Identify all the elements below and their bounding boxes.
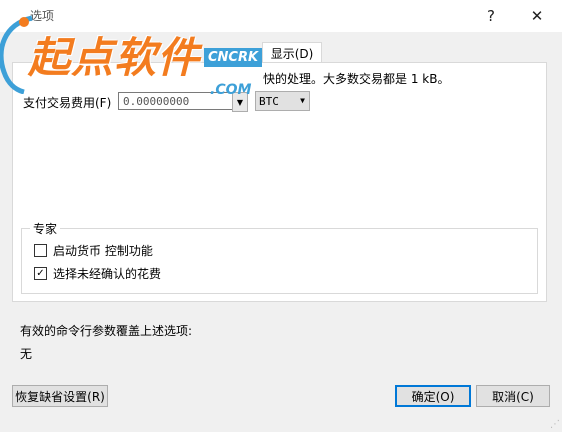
help-icon: ?	[487, 7, 495, 25]
close-icon: ✕	[530, 7, 544, 25]
cancel-button[interactable]: 取消(C)	[476, 385, 550, 407]
spend-unconfirmed-checkbox[interactable]: ✓	[34, 267, 47, 280]
close-button[interactable]: ✕	[516, 0, 558, 32]
watermark-badge: CNCRK	[204, 48, 263, 67]
reset-defaults-button[interactable]: 恢复缺省设置(R)	[12, 385, 108, 407]
dropdown-arrow-icon: ▼	[300, 96, 305, 105]
fee-description: 快的处理。大多数交易都是 1 kB。	[263, 72, 450, 86]
checkmark-icon: ✓	[36, 267, 45, 279]
spend-unconfirmed-label: 选择未经确认的花费	[53, 267, 162, 281]
watermark-brand: 起点软件	[28, 33, 201, 82]
coin-control-label: 启动货币 控制功能	[53, 244, 153, 258]
ok-button[interactable]: 确定(O)	[395, 385, 471, 407]
watermark: 起点软件 CNCRK .COM	[0, 10, 270, 102]
spend-unconfirmed-option[interactable]: ✓ 选择未经确认的花费	[34, 265, 161, 282]
tab-display-label: 显示(D)	[270, 46, 314, 61]
coin-control-checkbox[interactable]	[34, 244, 47, 257]
coin-control-option[interactable]: 启动货币 控制功能	[34, 242, 153, 259]
expert-title: 专家	[30, 220, 61, 237]
expert-groupbox: 专家 启动货币 控制功能 ✓ 选择未经确认的花费	[21, 220, 538, 294]
resize-grip-icon[interactable]: ⋰	[550, 420, 560, 430]
help-button[interactable]: ?	[470, 0, 512, 32]
watermark-com: .COM	[210, 82, 252, 98]
tab-display[interactable]: 显示(D)	[262, 42, 322, 63]
override-label: 有效的命令行参数覆盖上述选项:	[20, 324, 193, 338]
override-value: 无	[20, 347, 33, 361]
